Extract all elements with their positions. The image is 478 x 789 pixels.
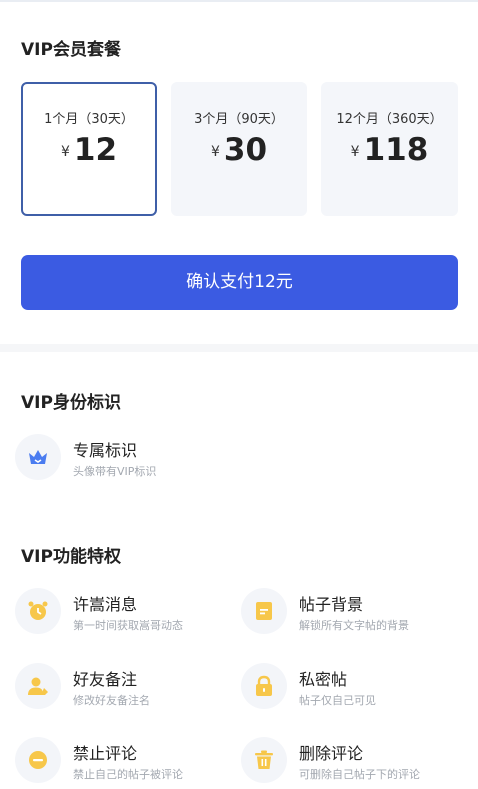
plan-name: 12个月（360天） [336,112,443,127]
feature-delete-comments: 删除评论 可删除自己帖子下的评论 [241,737,466,785]
currency-symbol: ¥ [210,144,220,160]
price-amount: 118 [363,132,429,168]
feature-desc: 禁止自己的帖子被评论 [73,768,183,781]
feature-friend-note: 好友备注 修改好友备注名 [15,663,225,711]
price-amount: 30 [223,132,268,168]
trash-icon [241,737,287,783]
top-divider [0,0,478,2]
plan-price: ¥30 [171,132,307,168]
feature-desc: 可删除自己帖子下的评论 [299,768,420,781]
plan-price: ¥118 [321,132,458,168]
section-divider [0,344,478,352]
plan-name: 1个月（30天） [44,112,134,127]
feature-private-post: 私密帖 帖子仅自己可见 [241,663,466,711]
no-comment-icon [15,737,61,783]
plan-card-3-month[interactable]: 3个月（90天） ¥30 [171,82,307,216]
plan-price: ¥12 [23,132,155,168]
privileges-section-title: VIP功能特权 [21,547,121,567]
confirm-pay-button[interactable]: 确认支付12元 [21,255,458,310]
feature-desc: 头像带有VIP标识 [73,465,157,478]
plan-card-12-month[interactable]: 12个月（360天） ¥118 [321,82,458,216]
identity-section-title: VIP身份标识 [21,393,121,413]
lock-icon [241,663,287,709]
friend-note-icon [15,663,61,709]
plan-name: 3个月（90天） [194,112,284,127]
feature-desc: 修改好友备注名 [73,694,150,707]
alarm-clock-icon [15,588,61,634]
feature-desc: 解锁所有文字帖的背景 [299,619,409,632]
feature-title: 许嵩消息 [73,595,138,614]
feature-title: 私密帖 [299,670,348,689]
feature-title: 帖子背景 [299,595,364,614]
feature-desc: 第一时间获取嵩哥动态 [73,619,183,632]
feature-exclusive-badge: 专属标识 头像带有VIP标识 [15,434,215,482]
feature-title: 删除评论 [299,744,364,763]
crown-icon [15,434,61,480]
plan-card-1-month[interactable]: 1个月（30天） ¥12 [21,82,157,216]
feature-title: 好友备注 [73,670,138,689]
post-background-icon [241,588,287,634]
currency-symbol: ¥ [60,144,70,160]
feature-disable-comments: 禁止评论 禁止自己的帖子被评论 [15,737,225,785]
feature-xusong-news: 许嵩消息 第一时间获取嵩哥动态 [15,588,225,636]
plans-section-title: VIP会员套餐 [21,40,121,60]
price-amount: 12 [73,132,118,168]
currency-symbol: ¥ [350,144,360,160]
feature-title: 禁止评论 [73,744,138,763]
feature-post-background: 帖子背景 解锁所有文字帖的背景 [241,588,466,636]
feature-desc: 帖子仅自己可见 [299,694,376,707]
feature-title: 专属标识 [73,441,138,460]
